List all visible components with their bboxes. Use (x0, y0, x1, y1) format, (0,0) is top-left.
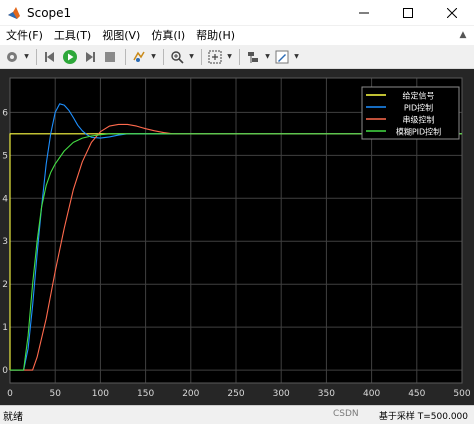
zoom-icon[interactable] (168, 48, 186, 66)
edit-dropdown-icon[interactable]: ▼ (293, 48, 300, 66)
x-tick-label: 200 (182, 389, 199, 399)
matlab-logo-icon (7, 6, 21, 20)
status-bar: 就绪 CSDN 基于采样 T=500.000 (0, 405, 474, 424)
cursor-measure-dropdown-icon[interactable]: ▼ (264, 48, 271, 66)
legend-label-3: 串级控制 (403, 115, 435, 125)
y-tick-label: 0 (2, 366, 8, 376)
minimize-button[interactable] (342, 0, 386, 26)
scope-plot-area[interactable]: 0 50 100 150 200 250 300 350 400 450 500 0 1 2 3 4 5 6 给定信… (0, 69, 474, 405)
y-tick-label: 3 (2, 237, 8, 247)
toolbar-separator (239, 48, 240, 65)
toolbar-separator (125, 48, 126, 65)
y-tick-label: 6 (2, 108, 8, 118)
x-tick-label: 400 (363, 389, 380, 399)
scope-axes[interactable]: 0 50 100 150 200 250 300 350 400 450 500 0 1 2 3 4 5 6 给定信… (0, 69, 474, 405)
watermark-text: CSDN (333, 409, 359, 419)
x-tick-label: 250 (227, 389, 244, 399)
minimize-icon (359, 12, 369, 14)
maximize-icon (403, 8, 413, 18)
menu-file[interactable]: 文件(F) (0, 26, 48, 45)
toolbar: ▼ ▼ ▼ ▼ ▼ ▼ (0, 45, 474, 69)
x-tick-label: 100 (92, 389, 109, 399)
legend-label-2: PID控制 (404, 103, 433, 113)
title-bar: Scope1 (0, 0, 474, 26)
x-tick-label: 450 (408, 389, 425, 399)
x-tick-label: 150 (137, 389, 154, 399)
x-tick-label: 350 (318, 389, 335, 399)
legend-label-1: 给定信号 (403, 91, 435, 101)
y-tick-label: 5 (2, 151, 8, 161)
y-tick-label: 2 (2, 280, 8, 290)
y-tick-label: 4 (2, 194, 8, 204)
y-tick-label: 1 (2, 323, 8, 333)
cursor-measure-icon[interactable] (244, 48, 262, 66)
close-icon (447, 8, 457, 18)
menu-collapse-icon[interactable]: ▲ (456, 28, 470, 42)
autoscale-icon[interactable] (206, 48, 224, 66)
autoscale-dropdown-icon[interactable]: ▼ (226, 48, 233, 66)
stop-icon[interactable] (101, 48, 119, 66)
legend-label-4: 模糊PID控制 (396, 127, 441, 137)
step-forward-icon[interactable] (81, 48, 99, 66)
zoom-dropdown-icon[interactable]: ▼ (188, 48, 195, 66)
highlight-icon[interactable] (130, 48, 148, 66)
run-icon[interactable] (61, 48, 79, 66)
step-back-icon[interactable] (41, 48, 59, 66)
toolbar-separator (36, 48, 37, 65)
menu-view[interactable]: 视图(V) (96, 26, 145, 45)
status-sample-time: 基于采样 T=500.000 (378, 412, 468, 422)
x-tick-label: 50 (49, 389, 61, 399)
toolbar-separator (201, 48, 202, 65)
close-button[interactable] (430, 0, 474, 26)
x-tick-label: 500 (453, 389, 470, 399)
settings-dropdown-icon[interactable]: ▼ (23, 48, 30, 66)
highlight-dropdown-icon[interactable]: ▼ (150, 48, 157, 66)
menu-bar: 文件(F) 工具(T) 视图(V) 仿真(I) 帮助(H) (0, 26, 474, 45)
menu-help[interactable]: 帮助(H) (190, 26, 240, 45)
window-title: Scope1 (27, 5, 72, 20)
maximize-button[interactable] (386, 0, 430, 26)
menu-tools[interactable]: 工具(T) (48, 26, 96, 45)
x-tick-label: 0 (7, 389, 13, 399)
x-tick-label: 300 (273, 389, 290, 399)
edit-icon[interactable] (273, 48, 291, 66)
menu-simulation[interactable]: 仿真(I) (145, 26, 190, 45)
settings-gear-icon[interactable] (3, 48, 21, 66)
toolbar-separator (163, 48, 164, 65)
status-ready-text: 就绪 (3, 411, 23, 423)
